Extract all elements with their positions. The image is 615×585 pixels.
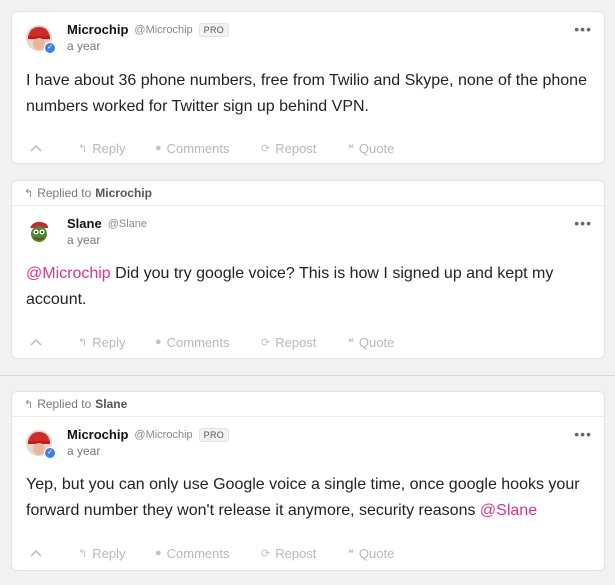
reply-arrow-icon: ↰ — [78, 547, 88, 560]
post-time[interactable]: a year — [67, 233, 100, 247]
mention-link[interactable]: @Microchip — [26, 265, 111, 282]
reply-arrow-icon: ↰ — [24, 398, 34, 411]
quote-icon: ❝ — [348, 336, 354, 349]
repost-icon: ⟳ — [261, 547, 271, 560]
post-actions: ↰ Reply ● Comments ⟳ Repost ❝ Quote — [12, 538, 604, 568]
chevron-up-icon — [30, 549, 42, 557]
repost-label: Repost — [275, 140, 317, 156]
author-name[interactable]: Microchip — [67, 22, 128, 37]
reply-arrow-icon: ↰ — [78, 336, 88, 349]
quote-label: Quote — [358, 334, 395, 350]
avatar[interactable]: ✓ — [26, 25, 56, 54]
author-handle[interactable]: @Microchip — [134, 429, 192, 441]
quote-icon: ❝ — [348, 547, 354, 560]
replied-to-name[interactable]: Slane — [95, 397, 127, 411]
chevron-up-icon — [30, 338, 42, 346]
post-text: Yep, but you can only use Google voice a… — [12, 469, 604, 524]
mention-link[interactable]: @Slane — [480, 502, 537, 519]
author-name[interactable]: Microchip — [67, 427, 128, 442]
replied-to-prefix: Replied to — [37, 397, 92, 411]
repost-button[interactable]: ⟳ Repost — [261, 335, 316, 350]
more-options-icon[interactable]: ••• — [574, 216, 592, 230]
quote-label: Quote — [358, 545, 395, 561]
post-time[interactable]: a year — [67, 39, 100, 53]
comments-button[interactable]: ● Comments — [155, 141, 230, 156]
quote-button[interactable]: ❝ Quote — [348, 335, 394, 350]
repost-label: Repost — [275, 334, 317, 350]
author-name[interactable]: Slane — [67, 216, 102, 231]
replied-to-name[interactable]: Microchip — [95, 186, 152, 200]
comment-bubble-icon: ● — [155, 547, 162, 559]
repost-button[interactable]: ⟳ Repost — [261, 546, 316, 561]
upvote-button[interactable] — [30, 549, 42, 557]
post-card: ↰ Replied to Microchip Slane @Slane a ye… — [11, 180, 605, 359]
quote-icon: ❝ — [348, 142, 354, 155]
post-card: ✓ Microchip @Microchip PRO a year ••• I … — [11, 11, 605, 164]
avatar[interactable] — [26, 219, 52, 245]
post-text-content: I have about 36 phone numbers, free from… — [26, 72, 587, 115]
reply-label: Reply — [92, 545, 126, 561]
reply-label: Reply — [92, 140, 126, 156]
avatar[interactable]: ✓ — [26, 430, 56, 459]
comment-bubble-icon: ● — [155, 142, 162, 154]
upvote-button[interactable] — [30, 144, 42, 152]
repost-icon: ⟳ — [261, 336, 271, 349]
repost-button[interactable]: ⟳ Repost — [261, 141, 316, 156]
replied-to-bar[interactable]: ↰ Replied to Microchip — [12, 181, 604, 206]
more-options-icon[interactable]: ••• — [574, 22, 592, 36]
frog-avatar-icon — [26, 219, 52, 245]
post-card: ↰ Replied to Slane ✓ Microchip @Microchi… — [11, 391, 605, 571]
reply-button[interactable]: ↰ Reply — [78, 546, 125, 561]
reply-button[interactable]: ↰ Reply — [78, 335, 125, 350]
verified-icon: ✓ — [44, 42, 56, 54]
post-header: ✓ Microchip @Microchip PRO a year ••• — [12, 12, 604, 64]
comments-label: Comments — [166, 140, 230, 156]
quote-button[interactable]: ❝ Quote — [348, 141, 394, 156]
replied-to-prefix: Replied to — [37, 186, 92, 200]
reply-label: Reply — [92, 334, 126, 350]
post-text: @Microchip Did you try google voice? Thi… — [12, 258, 604, 313]
repost-icon: ⟳ — [261, 142, 271, 155]
chevron-up-icon — [30, 144, 42, 152]
pro-badge: PRO — [198, 22, 230, 37]
author-handle[interactable]: @Microchip — [134, 24, 192, 36]
post-header: ✓ Microchip @Microchip PRO a year ••• — [12, 417, 604, 469]
verified-icon: ✓ — [44, 447, 56, 459]
comment-bubble-icon: ● — [155, 336, 162, 348]
comments-label: Comments — [166, 334, 230, 350]
repost-label: Repost — [275, 545, 317, 561]
upvote-button[interactable] — [30, 338, 42, 346]
quote-button[interactable]: ❝ Quote — [348, 546, 394, 561]
author-handle[interactable]: @Slane — [108, 218, 147, 230]
post-header: Slane @Slane a year ••• — [12, 206, 604, 258]
post-text: I have about 36 phone numbers, free from… — [12, 64, 604, 120]
pro-badge: PRO — [198, 427, 230, 442]
comments-button[interactable]: ● Comments — [155, 546, 230, 561]
quote-label: Quote — [358, 140, 395, 156]
post-actions: ↰ Reply ● Comments ⟳ Repost ❝ Quote — [12, 327, 604, 357]
replied-to-bar[interactable]: ↰ Replied to Slane — [12, 392, 604, 417]
post-time[interactable]: a year — [67, 444, 100, 458]
more-options-icon[interactable]: ••• — [574, 427, 592, 441]
comments-label: Comments — [166, 545, 230, 561]
reply-arrow-icon: ↰ — [24, 187, 34, 200]
reply-button[interactable]: ↰ Reply — [78, 141, 125, 156]
post-actions: ↰ Reply ● Comments ⟳ Repost ❝ Quote — [12, 133, 604, 163]
reply-arrow-icon: ↰ — [78, 142, 88, 155]
thread-divider — [0, 375, 615, 376]
comments-button[interactable]: ● Comments — [155, 335, 230, 350]
